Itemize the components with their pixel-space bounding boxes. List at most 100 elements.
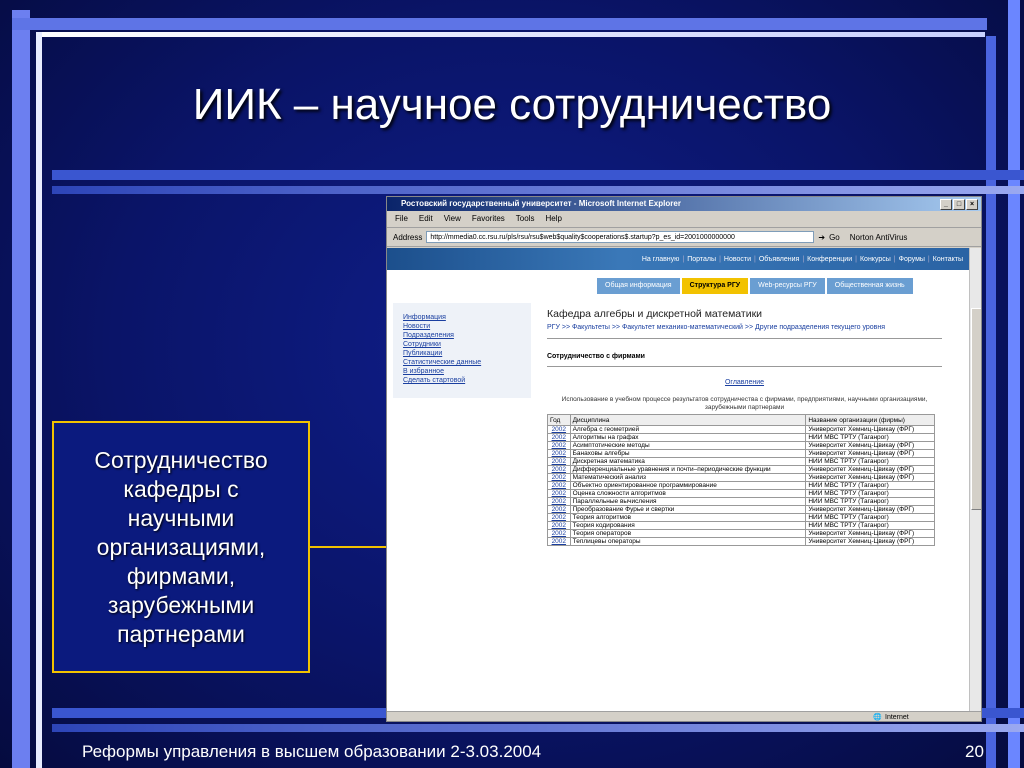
left-frame-bar-light [36, 32, 42, 768]
cell-organization: НИИ МВС ТРТУ (Таганрог) [805, 497, 935, 506]
tab-public-life[interactable]: Общественная жизнь [826, 278, 913, 294]
header-discipline: Дисциплина [569, 414, 807, 426]
nav-home[interactable]: На главную [642, 256, 680, 263]
leftnav-statistics[interactable]: Статистические данные [403, 358, 531, 367]
right-vertical-bar [986, 36, 996, 768]
nav-portals[interactable]: Порталы [687, 256, 716, 263]
table-row: 2002 Преобразование Фурье и свертки Универ… [547, 505, 935, 514]
cell-organization: Университет Хемниц-Цвикау (ФРГ) [805, 441, 935, 450]
table-row: 2002 Банаховы алгебры Университет Хемниц-Ц… [547, 449, 935, 458]
table-row: 2002 Алгебра с геометрией Университет Хемн… [547, 425, 935, 434]
menu-file[interactable]: File [395, 211, 408, 227]
cell-year[interactable]: 2002 [547, 433, 571, 442]
nav-conferences[interactable]: Конференции [807, 256, 852, 263]
table-row: 2002 Теория операторов Университет Хемниц-… [547, 529, 935, 538]
cell-year[interactable]: 2002 [547, 481, 571, 490]
table-row: 2002 Параллельные вычисления НИИ МВС ТРТУ … [547, 497, 935, 506]
menu-favorites[interactable]: Favorites [472, 211, 505, 227]
site-top-nav: На главную | Порталы | Новости | Объявления… [387, 248, 969, 270]
cell-discipline: Алгоритмы на графах [569, 433, 807, 442]
cell-year[interactable]: 2002 [547, 513, 571, 522]
breadcrumb[interactable]: РГУ >> Факультеты >> Факультет механико-… [547, 324, 942, 332]
top-frame-bar-light [40, 32, 985, 37]
close-icon[interactable]: × [966, 199, 978, 210]
mid-stripe-bar [52, 170, 1024, 180]
menu-tools[interactable]: Tools [516, 211, 535, 227]
address-bar: Address http://mmedia0.cc.rsu.ru/pls/rsu… [387, 228, 981, 247]
table-description: Использование в учебном процессе результ… [561, 396, 928, 411]
ie-browser-window: Ростовский государственный университет -… [386, 196, 982, 722]
menu-help[interactable]: Help [545, 211, 561, 227]
cell-discipline: Алгебра с геометрией [569, 425, 807, 434]
cell-organization: НИИ МВС ТРТУ (Таганрог) [805, 457, 935, 466]
leftnav-publications[interactable]: Публикации [403, 349, 531, 358]
table-row: 2002 Дифференциальные уравнения и почти–п… [547, 465, 935, 474]
nav-contests[interactable]: Конкурсы [860, 256, 891, 263]
window-title: Ростовский государственный университет -… [401, 199, 681, 208]
cell-year[interactable]: 2002 [547, 473, 571, 482]
cell-discipline: Математический анализ [569, 473, 807, 482]
tab-general-info[interactable]: Общая информация [597, 278, 680, 294]
ie-title-bar: Ростовский государственный университет -… [387, 197, 981, 211]
page-number: 20 [965, 742, 984, 761]
maximize-icon[interactable]: □ [953, 199, 965, 210]
leftnav-news[interactable]: Новости [403, 322, 531, 331]
toc-link[interactable]: Оглавление [547, 379, 942, 386]
cell-year[interactable]: 2002 [547, 465, 571, 474]
nav-contacts[interactable]: Контакты [933, 256, 963, 263]
tab-structure[interactable]: Структура РГУ [681, 278, 749, 294]
cell-discipline: Теория операторов [569, 529, 807, 538]
cell-discipline: Объектно ориентированное программировани… [569, 481, 807, 490]
cell-organization: НИИ МВС ТРТУ (Таганрог) [805, 489, 935, 498]
divider [547, 338, 942, 339]
menu-edit[interactable]: Edit [419, 211, 433, 227]
cell-year[interactable]: 2002 [547, 441, 571, 450]
callout-text: Сотрудничество кафедры с научными органи… [94, 446, 268, 647]
cell-year[interactable]: 2002 [547, 425, 571, 434]
go-arrow-icon[interactable]: ➔ [818, 233, 825, 242]
go-button[interactable]: Go [829, 233, 840, 242]
table-row: 2002 Теория кодирования НИИ МВС ТРТУ (Тага… [547, 521, 935, 530]
tab-web-resources[interactable]: Web-ресурсы РГУ [750, 278, 825, 294]
cell-organization: Университет Хемниц-Цвикау (ФРГ) [805, 425, 935, 434]
cell-organization: НИИ МВС ТРТУ (Таганрог) [805, 513, 935, 522]
nav-news[interactable]: Новости [724, 256, 751, 263]
cell-year[interactable]: 2002 [547, 457, 571, 466]
minimize-icon[interactable]: _ [940, 199, 952, 210]
antivirus-label[interactable]: Norton AntiVirus [850, 233, 908, 242]
menu-view[interactable]: View [444, 211, 461, 227]
page-content: Кафедра алгебры и дискретной математики … [547, 308, 942, 546]
header-organization: Название организации (фирмы) [805, 414, 935, 426]
nav-forums[interactable]: Форумы [899, 256, 925, 263]
leftnav-info[interactable]: Информация [403, 313, 531, 322]
address-label: Address [393, 232, 423, 242]
cell-year[interactable]: 2002 [547, 505, 571, 514]
table-row: 2002 Алгоритмы на графах НИИ МВС ТРТУ (Таг… [547, 433, 935, 442]
status-zone: Internet [885, 714, 909, 721]
leftnav-homepage[interactable]: Сделать стартовой [403, 376, 531, 385]
cell-organization: НИИ МВС ТРТУ (Таганрог) [805, 481, 935, 490]
vertical-scrollbar[interactable] [969, 248, 981, 711]
cell-year[interactable]: 2002 [547, 497, 571, 506]
cell-year[interactable]: 2002 [547, 521, 571, 530]
cell-year[interactable]: 2002 [547, 449, 571, 458]
table-row: 2002 Объектно ориентированное программиро… [547, 481, 935, 490]
cell-discipline: Асимптотические методы [569, 441, 807, 450]
cell-year[interactable]: 2002 [547, 537, 571, 546]
cell-organization: Университет Хемниц-Цвикау (ФРГ) [805, 465, 935, 474]
leftnav-staff[interactable]: Сотрудники [403, 340, 531, 349]
cell-discipline: Оценка сложности алгоритмов [569, 489, 807, 498]
slide-title: ИИК – научное сотрудничество [192, 80, 832, 129]
mid-stripe-bar-2 [52, 186, 1024, 194]
cell-year[interactable]: 2002 [547, 529, 571, 538]
leftnav-favorites[interactable]: В избранное [403, 367, 531, 376]
cell-year[interactable]: 2002 [547, 489, 571, 498]
status-bar: 🌐 Internet [387, 711, 981, 721]
cell-discipline: Параллельные вычисления [569, 497, 807, 506]
table-row: 2002 Дискретная математика НИИ МВС ТРТУ (Т… [547, 457, 935, 466]
nav-announcements[interactable]: Объявления [759, 256, 800, 263]
leftnav-divisions[interactable]: Подразделения [403, 331, 531, 340]
address-input[interactable]: http://mmedia0.cc.rsu.ru/pls/rsu/rsu$web… [426, 231, 815, 243]
footer-text: Реформы управления в высшем образовании … [82, 742, 542, 761]
scroll-thumb[interactable] [971, 308, 981, 510]
